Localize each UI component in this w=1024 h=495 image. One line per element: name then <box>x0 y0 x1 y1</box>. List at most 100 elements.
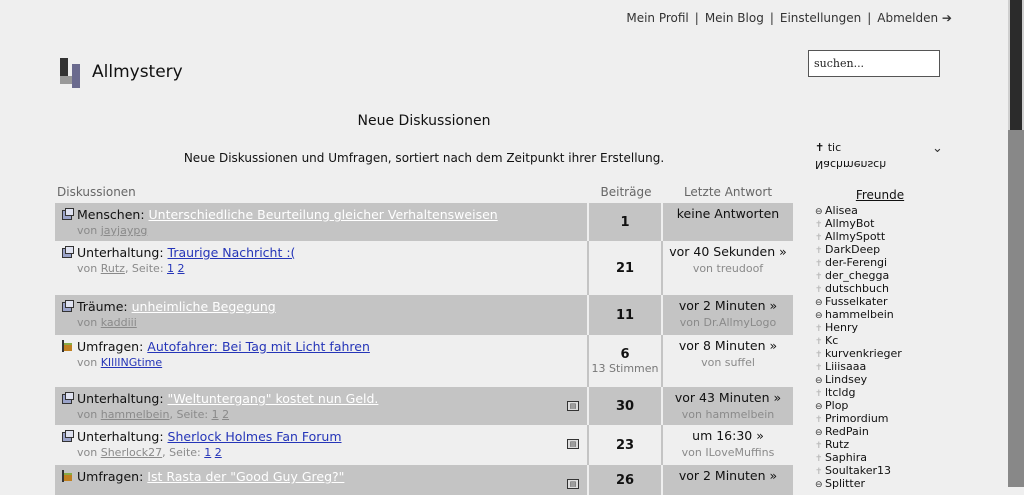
category-label: Unterhaltung: <box>77 429 164 444</box>
last-reply-cell: vor 40 Sekunden » von treudoof <box>663 241 793 295</box>
friend-item[interactable]: ⊖ hammelbein <box>815 308 955 321</box>
page-link[interactable]: 2 <box>222 408 229 421</box>
author-link[interactable]: Sherlock27 <box>101 446 162 459</box>
friend-name: Primordium <box>825 412 889 425</box>
author-link[interactable]: KIllINGtime <box>101 356 162 369</box>
friend-item[interactable]: ✝ Kc <box>815 334 955 347</box>
friend-item[interactable]: ✝ DarkDeep <box>815 243 955 256</box>
page-link[interactable]: 1 <box>212 408 219 421</box>
friend-item[interactable]: ✝ Rutz <box>815 438 955 451</box>
friend-name: Kc <box>825 334 839 347</box>
friend-item[interactable]: ✝ AllmyBot <box>815 217 955 230</box>
discussion-title-link[interactable]: unheimliche Begegung <box>132 299 276 314</box>
friend-name: DarkDeep <box>825 243 881 256</box>
friend-item[interactable]: ⊖ Fusselkater <box>815 295 955 308</box>
last-reply-link[interactable]: vor 2 Minuten » <box>663 298 793 314</box>
discussion-table: Diskussionen Beiträge Letzte Antwort Men… <box>55 185 793 495</box>
discussion-title-link[interactable]: Autofahrer: Bei Tag mit Licht fahren <box>147 339 370 354</box>
subscribe-icon[interactable]: ▤ <box>567 439 579 449</box>
column-header-posts: Beiträge <box>600 185 652 199</box>
friends-list: ⊖ Alisea ✝ AllmyBot ✝ AllmySpott ✝ DarkDeep ✝ der… <box>815 204 955 490</box>
last-reply-link[interactable]: um 16:30 » <box>663 428 793 444</box>
friend-item[interactable]: ✝ Liiisaaa <box>815 360 955 373</box>
last-reply-author[interactable]: von ILoveMuffins <box>663 446 793 459</box>
page-link[interactable]: 1 <box>204 446 211 459</box>
last-reply-link[interactable]: vor 43 Minuten » <box>663 390 793 406</box>
friend-item[interactable]: ⊖ Lindsey <box>815 373 955 386</box>
discussion-cell: Umfragen: Autofahrer: Bei Tag mit Licht … <box>55 335 589 387</box>
category-label: Unterhaltung: <box>77 245 164 260</box>
friend-item[interactable]: ✝ dutschbuch <box>815 282 955 295</box>
last-reply-author[interactable]: von suffel <box>663 356 793 369</box>
friend-item[interactable]: ✝ Henry <box>815 321 955 334</box>
friends-title[interactable]: Freunde <box>815 188 945 202</box>
discussion-title-link[interactable]: Sherlock Holmes Fan Forum <box>168 429 342 444</box>
search-input[interactable] <box>808 50 940 77</box>
pages-label: , Seite: <box>169 408 209 421</box>
last-reply-link[interactable]: vor 8 Minuten » <box>663 338 793 354</box>
last-reply-link[interactable]: vor 40 Sekunden » <box>663 244 793 260</box>
discussion-title-link[interactable]: Traurige Nachricht :( <box>168 245 296 260</box>
friend-item[interactable]: ✝ AllmySpott <box>815 230 955 243</box>
sidebar-filter[interactable]: ✝ tic Nachmensch ⌄ <box>815 141 955 173</box>
last-reply-author[interactable]: von treudoof <box>663 262 793 275</box>
subscribe-icon[interactable]: ▤ <box>567 479 579 489</box>
discussion-title-link[interactable]: Ist Rasta der "Good Guy Greg?" <box>147 469 344 484</box>
friend-item[interactable]: ✝ Primordium <box>815 412 955 425</box>
nav-logout[interactable]: Abmelden ➔ <box>877 11 952 25</box>
pages-label: , Seite: <box>124 262 164 275</box>
discussion-cell: Unterhaltung: Sherlock Holmes Fan Forum v… <box>55 425 589 465</box>
discussion-title-link[interactable]: Unterschiedliche Beurteilung gleicher Ve… <box>149 207 498 222</box>
page-link[interactable]: 1 <box>167 262 174 275</box>
scrollbar-thumb[interactable] <box>1010 0 1022 130</box>
author-link[interactable]: hammelbein <box>101 408 170 421</box>
by-prefix: von <box>77 224 98 237</box>
author-link[interactable]: jayjaypg <box>101 224 148 237</box>
nav-separator: | <box>867 11 872 25</box>
nav-my-blog[interactable]: Mein Blog <box>705 11 764 25</box>
nav-settings[interactable]: Einstellungen <box>780 11 861 25</box>
last-reply-author[interactable]: von Dr.AllmyLogo <box>663 316 793 329</box>
last-reply-author[interactable]: von hammelbein <box>663 408 793 421</box>
table-row: Unterhaltung: Sherlock Holmes Fan Forum v… <box>55 425 793 465</box>
page-scrollbar[interactable] <box>1008 0 1024 487</box>
table-header: Diskussionen Beiträge Letzte Antwort <box>55 185 793 203</box>
vote-count: 13 Stimmen <box>591 362 659 375</box>
page-link[interactable]: 2 <box>215 446 222 459</box>
filter-label: tic <box>827 141 842 154</box>
site-logo[interactable]: Allmystery <box>58 54 183 90</box>
friend-item[interactable]: ⊖ Alisea <box>815 204 955 217</box>
friend-item[interactable]: ✝ der-Ferengi <box>815 256 955 269</box>
table-row: Umfragen: Ist Rasta der "Good Guy Greg?"… <box>55 465 793 495</box>
friend-item[interactable]: ✝ ltcldg <box>815 386 955 399</box>
last-reply-link[interactable]: keine Antworten <box>663 206 793 222</box>
author-link[interactable]: kaddiii <box>101 316 137 329</box>
friend-name: Plop <box>825 399 849 412</box>
last-reply-cell: vor 2 Minuten » von Dr.AllmyLogo <box>663 295 793 335</box>
page-link[interactable]: 2 <box>178 262 185 275</box>
by-prefix: von <box>77 356 98 369</box>
chevron-down-icon[interactable]: ⌄ <box>932 141 943 156</box>
friend-name: kurvenkrieger <box>825 347 902 360</box>
scrollbar-track[interactable] <box>1008 130 1024 487</box>
topic-icon <box>61 300 74 312</box>
friend-item[interactable]: ✝ kurvenkrieger <box>815 347 955 360</box>
post-count: 11 <box>615 307 635 323</box>
friend-item[interactable]: ⊖ RedPain <box>815 425 955 438</box>
author-line: von Rutz, Seite: 1 2 <box>77 262 581 275</box>
friend-item[interactable]: ✝ der_chegga <box>815 269 955 282</box>
author-link[interactable]: Rutz <box>101 262 125 275</box>
post-count: 1 <box>620 214 630 230</box>
author-line: von jayjaypg <box>77 224 581 237</box>
nav-my-profile[interactable]: Mein Profil <box>626 11 688 25</box>
subscribe-icon[interactable]: ▤ <box>567 401 579 411</box>
friend-item[interactable]: ⊖ Splitter <box>815 477 955 490</box>
last-reply-link[interactable]: vor 2 Minuten » <box>663 468 793 484</box>
friend-item[interactable]: ✝ Soultaker13 <box>815 464 955 477</box>
friend-item[interactable]: ⊖ Plop <box>815 399 955 412</box>
friend-name: Splitter <box>825 477 865 490</box>
discussion-title-link[interactable]: "Weltuntergang" kostet nun Geld. <box>168 391 379 406</box>
posts-cell: 23 <box>589 425 663 465</box>
online-status-icon: ⊖ <box>815 480 823 490</box>
friend-item[interactable]: ✝ Saphira <box>815 451 955 464</box>
